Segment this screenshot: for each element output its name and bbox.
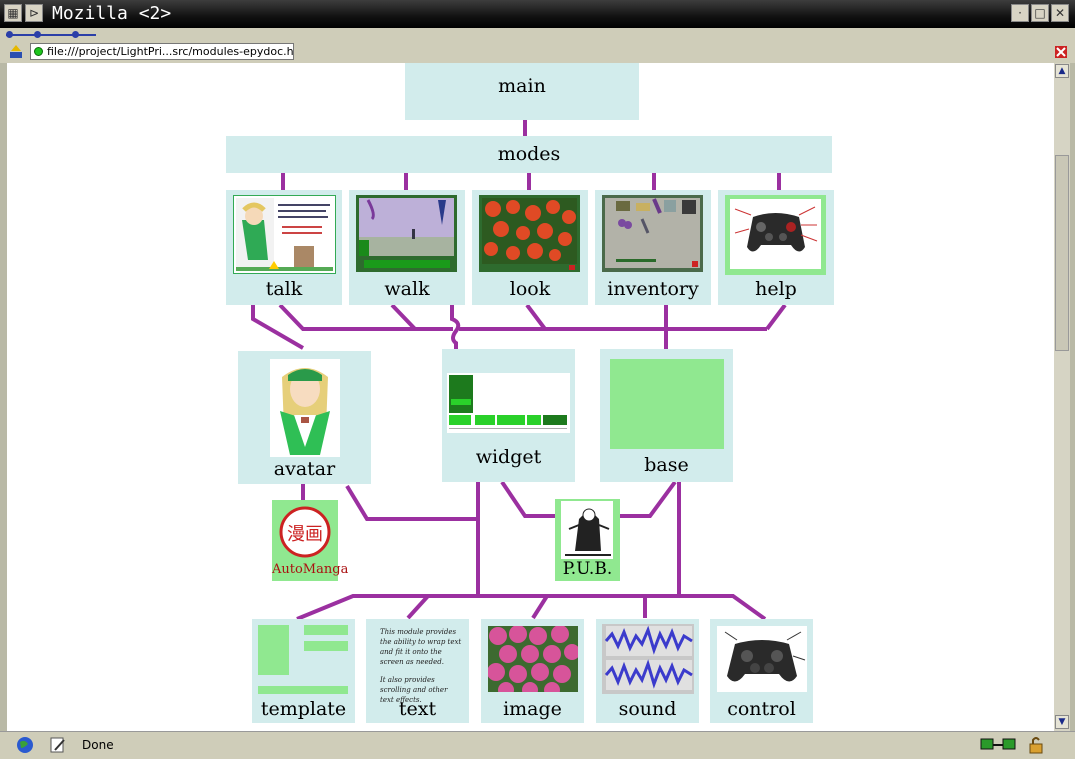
- node-avatar[interactable]: avatar: [238, 351, 371, 484]
- node-inventory[interactable]: inventory: [595, 190, 711, 305]
- node-modes[interactable]: modes: [226, 136, 832, 173]
- walk-screenshot: [356, 195, 457, 272]
- pub-label: P.U.B.: [562, 559, 613, 579]
- toolbar-grip[interactable]: [6, 31, 96, 38]
- node-help[interactable]: help: [718, 190, 834, 305]
- node-label: base: [644, 454, 689, 476]
- node-talk[interactable]: talk: [226, 190, 342, 305]
- node-image[interactable]: image: [481, 619, 584, 723]
- lock-icon[interactable]: [1028, 735, 1046, 755]
- help-screenshot: [725, 195, 826, 275]
- node-label: walk: [384, 278, 430, 300]
- node-base[interactable]: base: [600, 349, 733, 482]
- text-thumb-paragraph-1: This module provides the ability to wrap…: [380, 628, 462, 666]
- close-button[interactable]: ✕: [1051, 4, 1069, 22]
- node-control[interactable]: control: [710, 619, 813, 723]
- automanga-seal-icon: 漫画: [279, 506, 331, 558]
- url-input[interactable]: file:///project/LightPri...src/modules-e…: [30, 43, 294, 60]
- node-label: inventory: [607, 278, 699, 300]
- template-image-bottom: [258, 686, 348, 694]
- node-text[interactable]: This module provides the ability to wrap…: [366, 619, 469, 723]
- node-look[interactable]: look: [472, 190, 588, 305]
- template-image-left: [258, 625, 289, 675]
- sound-waveform: [602, 624, 694, 694]
- status-text: Done: [82, 738, 114, 752]
- node-label: modes: [497, 143, 561, 165]
- node-sound[interactable]: sound: [596, 619, 699, 723]
- compose-icon[interactable]: [49, 736, 67, 754]
- node-label: image: [503, 698, 562, 720]
- node-label: control: [727, 698, 796, 720]
- window-menu-icon[interactable]: ▦: [4, 4, 22, 22]
- node-label: main: [498, 75, 546, 97]
- node-label: widget: [475, 446, 542, 468]
- automanga-kanji: 漫画: [287, 524, 323, 545]
- inventory-screenshot: [602, 195, 703, 272]
- toolbar-grip-bar: [0, 28, 1075, 41]
- node-label: talk: [265, 278, 303, 300]
- url-text: file:///project/LightPri...src/modules-e…: [47, 45, 294, 58]
- window-title: Mozilla <2>: [52, 3, 172, 24]
- image-flowers: [488, 626, 578, 692]
- stop-icon[interactable]: [1053, 44, 1069, 60]
- pub-figure-icon: [561, 501, 613, 559]
- widget-image: [447, 373, 570, 433]
- location-bar: file:///project/LightPri...src/modules-e…: [0, 41, 1075, 63]
- node-template[interactable]: template: [252, 619, 355, 723]
- node-automanga[interactable]: 漫画 AutoManga: [272, 500, 349, 581]
- control-gamepad: [717, 626, 807, 692]
- node-label: help: [755, 278, 797, 300]
- avatar-image: [270, 359, 340, 457]
- automanga-label: AutoManga: [272, 562, 349, 577]
- template-image-top: [304, 625, 348, 635]
- base-image: [610, 359, 724, 449]
- secure-status-icon: [34, 47, 43, 56]
- node-label: avatar: [273, 458, 336, 480]
- page-content: main modes talk walk look inventory help…: [7, 63, 1054, 731]
- node-label: text: [398, 698, 437, 720]
- maximize-button[interactable]: □: [1031, 4, 1049, 22]
- pin-icon[interactable]: ⊳: [25, 4, 43, 22]
- scroll-up-button[interactable]: ▲: [1055, 64, 1069, 78]
- status-bar: Done: [0, 731, 1075, 759]
- window-titlebar: ▦ ⊳ Mozilla <2> · □ ✕: [0, 0, 1075, 29]
- node-main[interactable]: main: [405, 63, 639, 120]
- talk-screenshot: [233, 195, 336, 274]
- node-label: sound: [618, 698, 677, 720]
- node-label: template: [260, 698, 347, 720]
- node-walk[interactable]: walk: [349, 190, 465, 305]
- node-label: look: [509, 278, 551, 300]
- scroll-thumb[interactable]: [1055, 155, 1069, 351]
- node-widget[interactable]: widget: [442, 349, 575, 482]
- globe-icon[interactable]: [16, 736, 34, 754]
- template-image-mid: [304, 641, 348, 651]
- network-icon: [979, 737, 1019, 753]
- scroll-down-button[interactable]: ▼: [1055, 715, 1069, 729]
- minimize-button[interactable]: ·: [1011, 4, 1029, 22]
- vertical-scrollbar[interactable]: ▲ ▼: [1054, 63, 1070, 731]
- look-screenshot: [479, 195, 580, 272]
- node-pub[interactable]: P.U.B.: [555, 499, 620, 581]
- bookmark-icon[interactable]: [8, 44, 24, 60]
